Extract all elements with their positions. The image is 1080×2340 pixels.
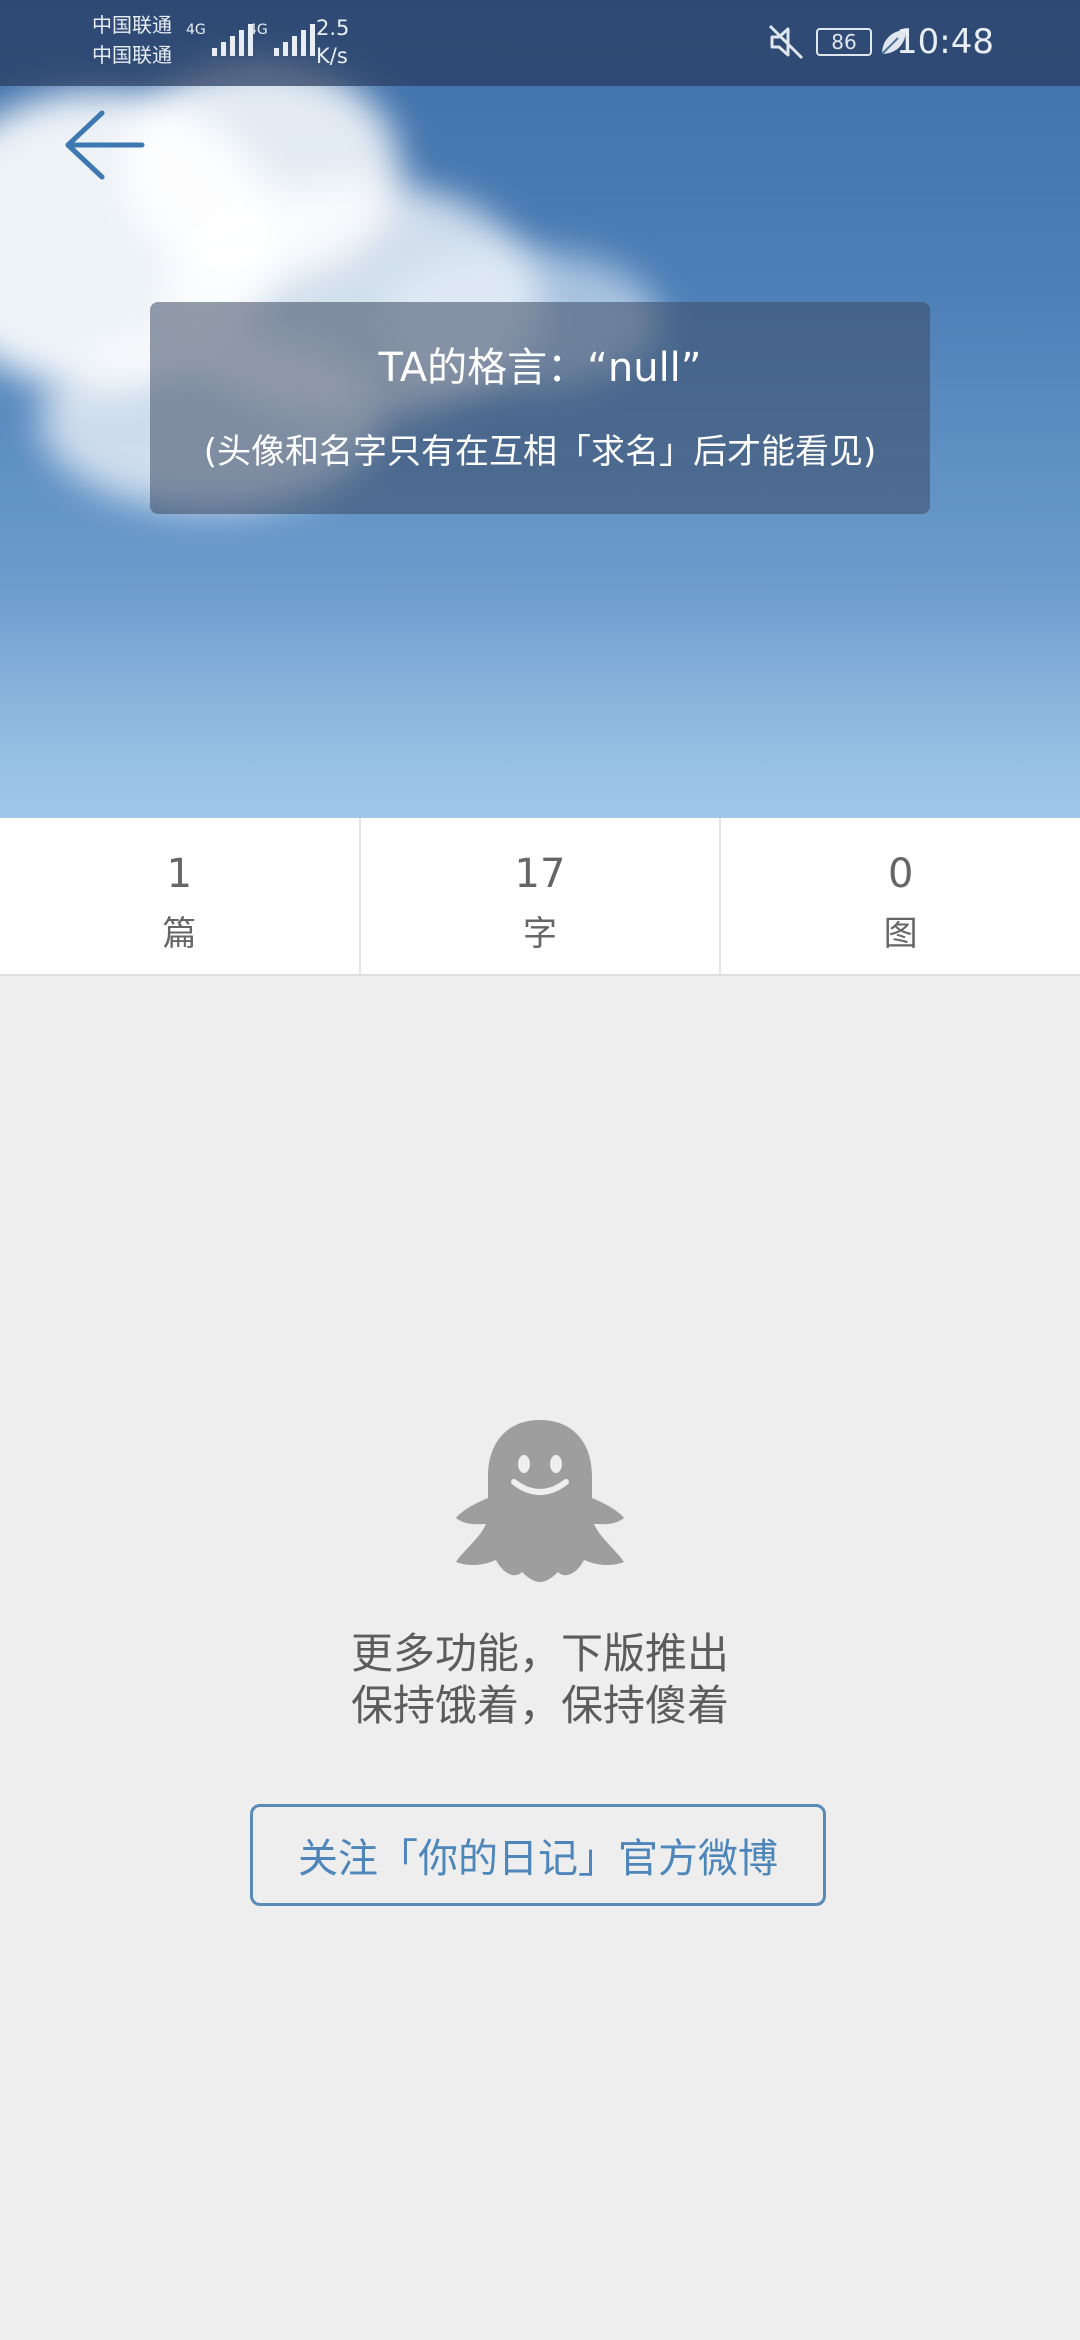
stat-value: 0 bbox=[887, 851, 914, 897]
sky-haze bbox=[0, 598, 1080, 818]
motto-note: (头像和名字只有在互相「求名」后才能看见) bbox=[203, 432, 877, 472]
stat-value: 1 bbox=[166, 851, 193, 897]
stat-label: 图 bbox=[883, 914, 918, 954]
signal-icon: 4G bbox=[186, 22, 253, 56]
clock: 10:48 bbox=[896, 22, 994, 62]
stats-bar: 1 篇 17 字 0 图 bbox=[0, 818, 1080, 976]
ghost-icon bbox=[456, 1420, 624, 1582]
arrow-left-icon[interactable] bbox=[60, 105, 150, 185]
follow-weibo-button[interactable]: 关注「你的日记」官方微博 bbox=[250, 1804, 826, 1906]
carrier-labels: 中国联通 中国联通 bbox=[92, 10, 172, 70]
motto-card: TA的格言：“null” (头像和名字只有在互相「求名」后才能看见) bbox=[150, 302, 930, 514]
stat-label: 字 bbox=[523, 914, 557, 954]
stat-label: 篇 bbox=[162, 914, 197, 954]
carrier-1: 中国联通 bbox=[92, 13, 172, 37]
stat-entries[interactable]: 1 篇 bbox=[0, 818, 359, 974]
battery-icon: 86 bbox=[816, 28, 872, 56]
carrier-2: 中国联通 bbox=[92, 43, 172, 67]
signal-icon: 4G bbox=[248, 22, 315, 56]
mute-icon bbox=[768, 24, 804, 60]
stat-characters[interactable]: 17 字 bbox=[358, 818, 720, 974]
message-line-2: 保持饿着，保持傻着 bbox=[350, 1681, 729, 1730]
motto-title: TA的格言：“null” bbox=[378, 345, 702, 391]
message-line-1: 更多功能，下版推出 bbox=[350, 1629, 729, 1678]
stat-value: 17 bbox=[514, 851, 566, 897]
empty-state-message: 更多功能，下版推出 保持饿着，保持傻着 bbox=[0, 1628, 1080, 1732]
stat-images[interactable]: 0 图 bbox=[719, 818, 1080, 974]
network-type-2: 4G bbox=[248, 22, 268, 38]
network-type-1: 4G bbox=[186, 22, 206, 38]
status-bar: 中国联通 中国联通 4G 4G 2.5 K/s 86 10:48 bbox=[0, 0, 1080, 86]
network-speed: 2.5 K/s bbox=[316, 16, 350, 68]
